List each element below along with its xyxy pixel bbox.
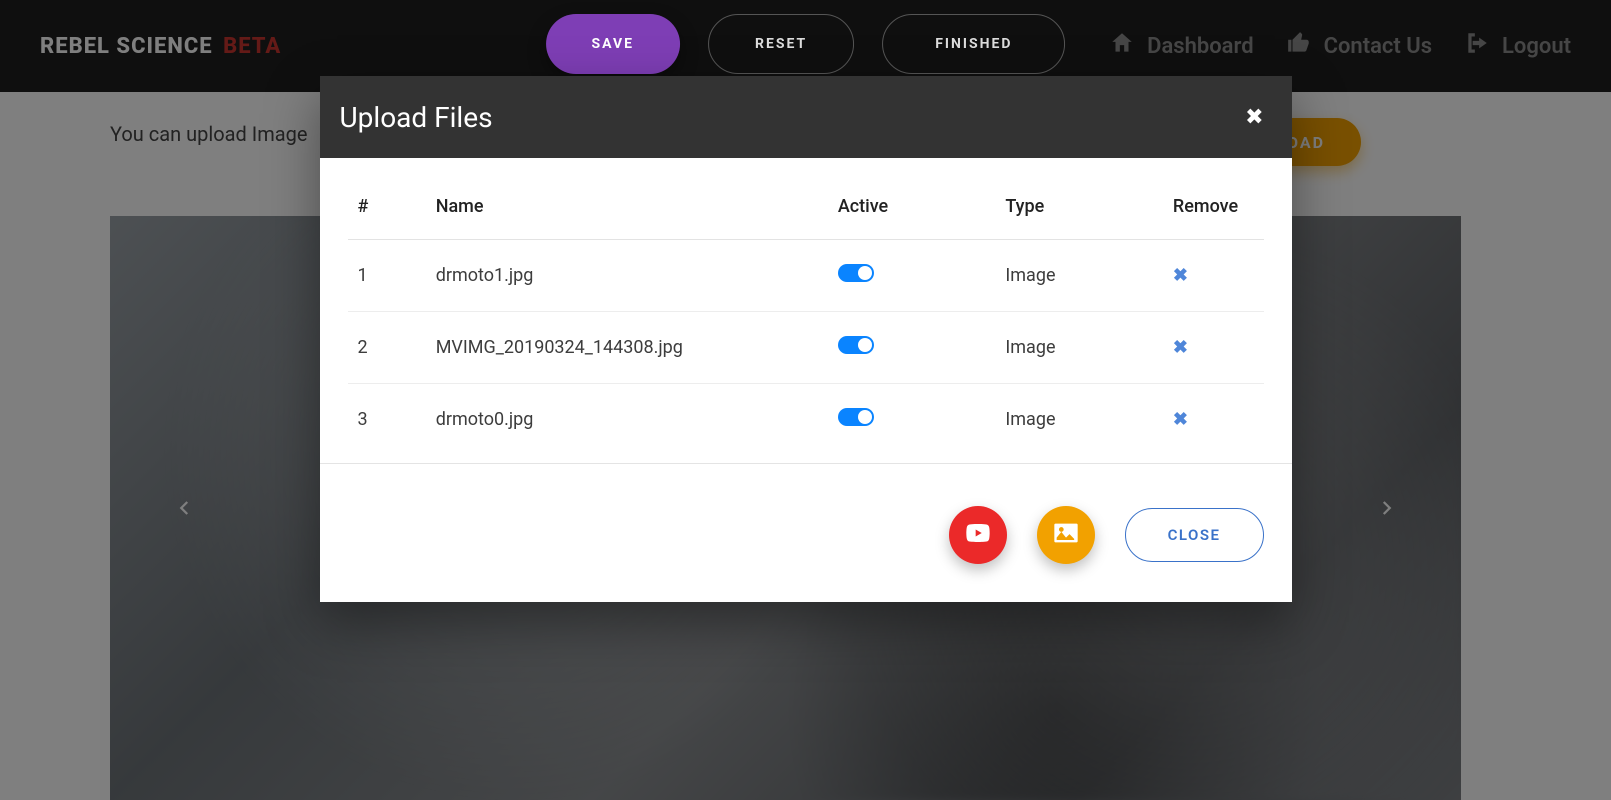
close-button[interactable]: CLOSE bbox=[1125, 508, 1264, 562]
close-icon: ✖ bbox=[1245, 105, 1263, 130]
reset-button[interactable]: RESET bbox=[708, 14, 854, 74]
cell-type: Image bbox=[995, 312, 1163, 384]
th-name: Name bbox=[426, 182, 828, 240]
cell-num: 2 bbox=[348, 312, 426, 384]
remove-button[interactable]: ✖ bbox=[1173, 409, 1188, 430]
cell-remove: ✖ bbox=[1163, 240, 1264, 312]
upload-files-modal: Upload Files ✖ # Name Active Type Remove bbox=[320, 76, 1292, 602]
th-remove: Remove bbox=[1163, 182, 1264, 240]
active-toggle[interactable] bbox=[838, 264, 874, 282]
add-youtube-button[interactable] bbox=[949, 506, 1007, 564]
close-icon: ✖ bbox=[1173, 409, 1188, 430]
close-icon: ✖ bbox=[1173, 337, 1188, 358]
finished-button[interactable]: FINISHED bbox=[882, 14, 1065, 74]
th-active: Active bbox=[828, 182, 996, 240]
add-image-button[interactable] bbox=[1037, 506, 1095, 564]
files-table: # Name Active Type Remove 1 drmoto1.jpg … bbox=[348, 182, 1264, 455]
image-icon bbox=[1052, 519, 1080, 551]
cell-type: Image bbox=[995, 384, 1163, 456]
active-toggle[interactable] bbox=[838, 408, 874, 426]
table-row: 3 drmoto0.jpg Image ✖ bbox=[348, 384, 1264, 456]
page-root: REBEL SCIENCE BETA Dashboard Contact Us bbox=[0, 0, 1611, 800]
modal-footer: CLOSE bbox=[320, 463, 1292, 602]
cell-num: 1 bbox=[348, 240, 426, 312]
remove-button[interactable]: ✖ bbox=[1173, 337, 1188, 358]
save-button[interactable]: SAVE bbox=[546, 14, 681, 74]
cell-remove: ✖ bbox=[1163, 384, 1264, 456]
th-num: # bbox=[348, 182, 426, 240]
table-row: 1 drmoto1.jpg Image ✖ bbox=[348, 240, 1264, 312]
modal-body: # Name Active Type Remove 1 drmoto1.jpg … bbox=[320, 158, 1292, 463]
cell-type: Image bbox=[995, 240, 1163, 312]
close-icon: ✖ bbox=[1173, 265, 1188, 286]
cell-name: drmoto0.jpg bbox=[426, 384, 828, 456]
modal-title: Upload Files bbox=[340, 101, 493, 134]
action-bar: SAVE RESET FINISHED bbox=[546, 14, 1066, 74]
cell-active bbox=[828, 240, 996, 312]
cell-name: MVIMG_20190324_144308.jpg bbox=[426, 312, 828, 384]
cell-active bbox=[828, 384, 996, 456]
cell-active bbox=[828, 312, 996, 384]
modal-header: Upload Files ✖ bbox=[320, 76, 1292, 158]
cell-remove: ✖ bbox=[1163, 312, 1264, 384]
modal-close-button[interactable]: ✖ bbox=[1245, 105, 1263, 130]
th-type: Type bbox=[995, 182, 1163, 240]
cell-name: drmoto1.jpg bbox=[426, 240, 828, 312]
cell-num: 3 bbox=[348, 384, 426, 456]
active-toggle[interactable] bbox=[838, 336, 874, 354]
remove-button[interactable]: ✖ bbox=[1173, 265, 1188, 286]
table-row: 2 MVIMG_20190324_144308.jpg Image ✖ bbox=[348, 312, 1264, 384]
youtube-icon bbox=[964, 519, 992, 551]
